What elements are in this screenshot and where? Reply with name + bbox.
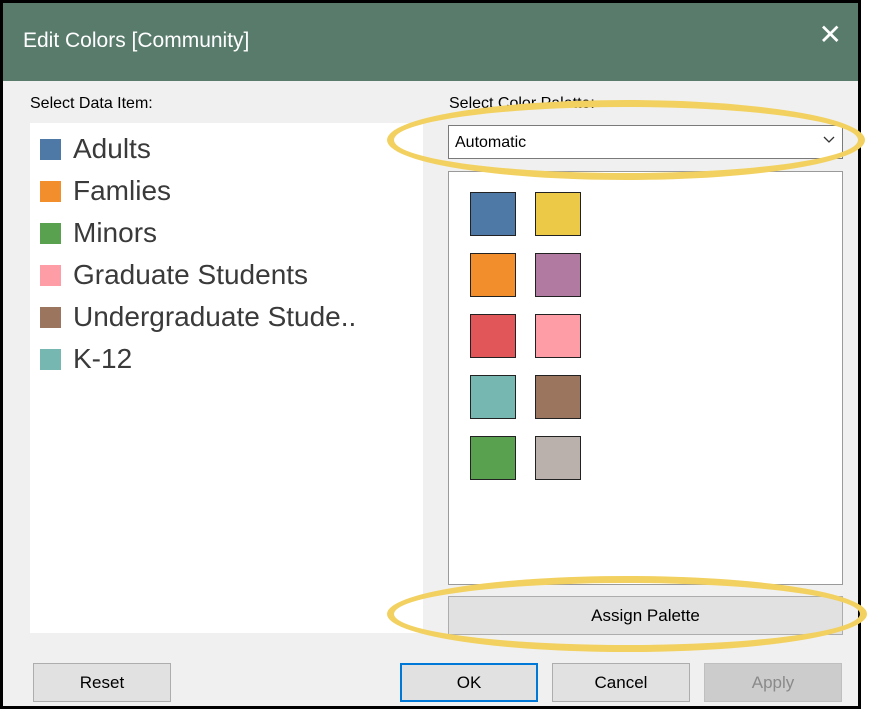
palette-swatch[interactable] (535, 436, 581, 480)
color-swatch (40, 222, 61, 244)
palette-swatch[interactable] (535, 314, 581, 358)
data-item-label: Famlies (73, 175, 172, 206)
data-item-label: Minors (73, 217, 158, 248)
color-swatch (40, 180, 61, 202)
color-swatch (40, 264, 61, 286)
palette-swatch[interactable] (470, 314, 516, 358)
palette-swatch[interactable] (470, 436, 516, 480)
apply-button: Apply (704, 663, 842, 702)
title-bar: Edit Colors [Community] ✕ (3, 3, 858, 81)
list-item[interactable]: Minors (40, 213, 157, 253)
palette-swatch-grid (448, 171, 843, 585)
close-icon[interactable]: ✕ (819, 21, 842, 49)
color-swatch (40, 306, 61, 328)
list-item[interactable]: Adults (40, 129, 151, 169)
cancel-button[interactable]: Cancel (552, 663, 690, 702)
list-item[interactable]: Undergraduate Stude.. (40, 297, 356, 337)
ok-button[interactable]: OK (400, 663, 538, 702)
palette-swatch[interactable] (535, 192, 581, 236)
list-item[interactable]: K-12 (40, 339, 132, 379)
edit-colors-dialog: Edit Colors [Community] ✕ Select Data It… (0, 0, 861, 709)
chevron-down-icon (823, 136, 835, 143)
list-item[interactable]: Graduate Students (40, 255, 308, 295)
color-swatch (40, 138, 61, 160)
data-item-label: K-12 (73, 343, 133, 374)
palette-select[interactable]: Automatic (448, 125, 843, 159)
select-data-item-label: Select Data Item: (30, 95, 153, 112)
palette-select-value: Automatic (455, 134, 527, 151)
palette-swatch[interactable] (470, 192, 516, 236)
palette-swatch[interactable] (470, 375, 516, 419)
palette-swatch[interactable] (535, 253, 581, 297)
data-item-label: Undergraduate Stude.. (73, 301, 357, 332)
data-item-list[interactable]: Adults Famlies Minors Graduate Students … (30, 123, 423, 633)
select-color-palette-label: Select Color Palette: (449, 95, 595, 112)
palette-swatch[interactable] (470, 253, 516, 297)
assign-palette-button[interactable]: Assign Palette (448, 596, 843, 635)
dialog-title: Edit Colors [Community] (23, 29, 250, 52)
data-item-label: Adults (73, 133, 151, 164)
reset-button[interactable]: Reset (33, 663, 171, 702)
list-item[interactable]: Famlies (40, 171, 171, 211)
data-item-label: Graduate Students (73, 259, 309, 290)
color-swatch (40, 348, 61, 370)
palette-swatch[interactable] (535, 375, 581, 419)
